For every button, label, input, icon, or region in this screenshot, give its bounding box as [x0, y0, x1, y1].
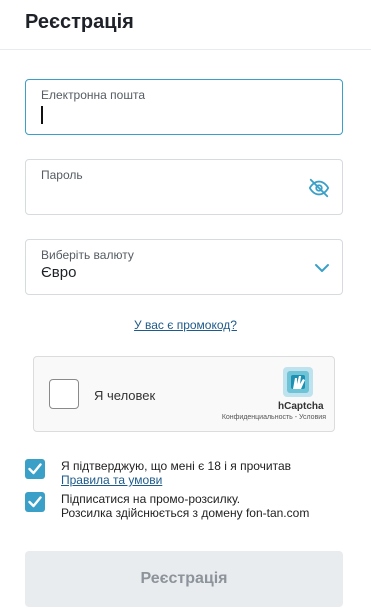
eye-off-icon[interactable] — [308, 177, 330, 199]
newsletter-agreement: Підписатися на промо-розсилку. Розсилка … — [25, 492, 355, 524]
age-checkbox[interactable] — [25, 459, 45, 479]
hcaptcha-logo-icon — [283, 367, 313, 397]
captcha-links[interactable]: Конфиденциальность - Условия — [222, 414, 326, 421]
text-caret — [41, 106, 43, 124]
age-agreement: Я підтверджую, що мені є 18 і я прочитав… — [25, 459, 355, 491]
captcha-label: Я человек — [94, 388, 156, 403]
age-agreement-label: Я підтверджую, що мені є 18 і я прочитав — [61, 459, 292, 473]
page-header: Реєстрація — [0, 0, 371, 50]
page-title: Реєстрація — [25, 11, 134, 33]
age-agreement-text: Я підтверджую, що мені є 18 і я прочитав… — [61, 459, 291, 487]
check-icon — [28, 463, 42, 475]
password-field[interactable]: Пароль — [25, 159, 343, 215]
newsletter-line2: Розсилка здійснюється з домену fon-tan.c… — [61, 506, 310, 520]
terms-link[interactable]: Правила та умови — [61, 473, 162, 487]
captcha-checkbox[interactable] — [49, 379, 79, 409]
email-field[interactable]: Електронна пошта — [25, 79, 343, 135]
check-icon — [28, 496, 42, 508]
newsletter-text: Підписатися на промо-розсилку. Розсилка … — [61, 492, 309, 520]
currency-label: Виберіть валюту — [41, 248, 134, 262]
captcha-widget: Я человек hCaptcha Конфиденциальность - … — [33, 356, 335, 432]
currency-select[interactable]: Виберіть валюту Євро — [25, 239, 343, 295]
captcha-brand: hCaptcha — [278, 401, 324, 412]
chevron-down-icon — [315, 264, 329, 272]
password-label: Пароль — [41, 168, 83, 182]
register-button[interactable]: Реєстрація — [25, 551, 343, 607]
promo-code-link[interactable]: У вас є промокод? — [0, 318, 371, 332]
currency-value: Євро — [41, 264, 77, 281]
newsletter-checkbox[interactable] — [25, 492, 45, 512]
newsletter-line1: Підписатися на промо-розсилку. — [61, 492, 241, 506]
email-label: Електронна пошта — [41, 88, 146, 102]
